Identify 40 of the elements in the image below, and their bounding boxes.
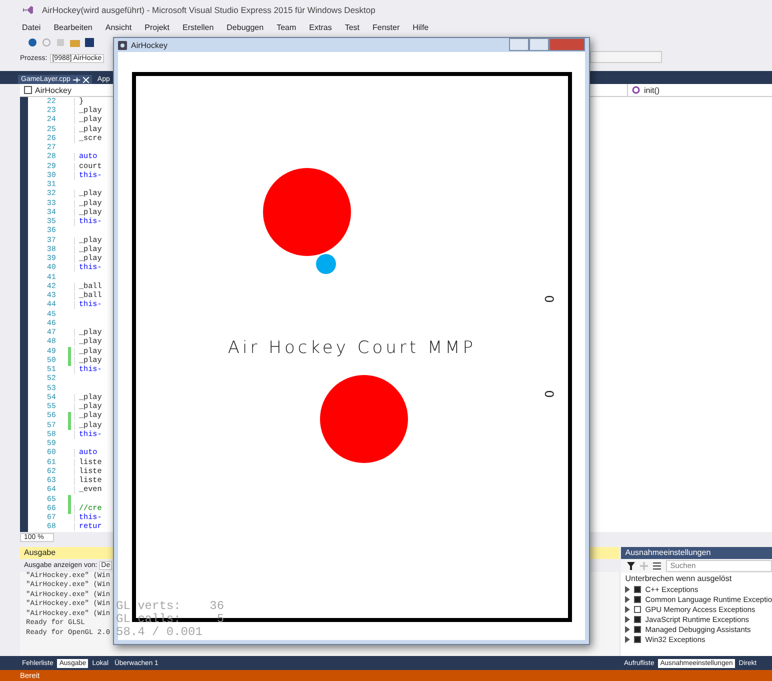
checkbox[interactable] <box>634 606 642 614</box>
save-icon[interactable] <box>85 38 94 48</box>
app-logo-icon <box>22 4 34 15</box>
court-label: Air Hockey Court MMP <box>226 338 478 358</box>
stats-text: 58.4 / 0.001 <box>116 625 204 638</box>
score-text: 0 <box>542 390 556 398</box>
scope-dropdown[interactable]: AirHockey <box>35 86 72 95</box>
app-icon <box>118 40 127 50</box>
column-header: Unterbrechen wenn ausgelöst <box>621 572 772 585</box>
member-dropdown[interactable]: init() <box>644 86 660 95</box>
menu-item[interactable]: Fenster <box>372 22 400 32</box>
menu-item[interactable]: Team <box>276 22 296 32</box>
minimize-button[interactable] <box>509 38 529 51</box>
pin-icon[interactable] <box>73 76 80 83</box>
menu-item[interactable]: Bearbeiten <box>54 22 92 32</box>
menu-item[interactable]: Test <box>344 22 360 32</box>
menu-item[interactable]: Debuggen <box>226 22 264 32</box>
list-icon[interactable] <box>653 562 662 570</box>
stats-text: GL verts: 36 <box>116 599 224 612</box>
score-text: 0 <box>542 295 556 303</box>
maximize-button[interactable] <box>529 38 549 51</box>
checkbox[interactable] <box>634 596 642 604</box>
checkbox[interactable] <box>634 616 642 624</box>
puck <box>316 254 336 274</box>
checkbox[interactable] <box>634 636 642 644</box>
menu-item[interactable]: Datei <box>22 22 41 32</box>
menu-item[interactable]: Hilfe <box>412 22 429 32</box>
filter-icon[interactable] <box>627 562 636 570</box>
back-icon[interactable] <box>28 38 37 48</box>
panel-header: Ausnahmeeinstellungen <box>621 546 772 559</box>
menu-item[interactable]: Ansicht <box>105 22 132 32</box>
checkbox[interactable] <box>634 626 642 634</box>
window-title: AirHockey(wird ausgeführt) - Microsoft Visual Studio Express 2015 für Windows Desktop <box>42 4 376 15</box>
menu-item[interactable]: Extras <box>309 22 332 32</box>
checkbox[interactable] <box>634 586 642 594</box>
method-icon <box>632 86 640 94</box>
game-window-title: AirHockey <box>131 40 168 50</box>
close-icon[interactable] <box>83 76 90 83</box>
menu-item[interactable]: Erstellen <box>182 22 214 32</box>
menu-item[interactable]: Projekt <box>144 22 170 32</box>
